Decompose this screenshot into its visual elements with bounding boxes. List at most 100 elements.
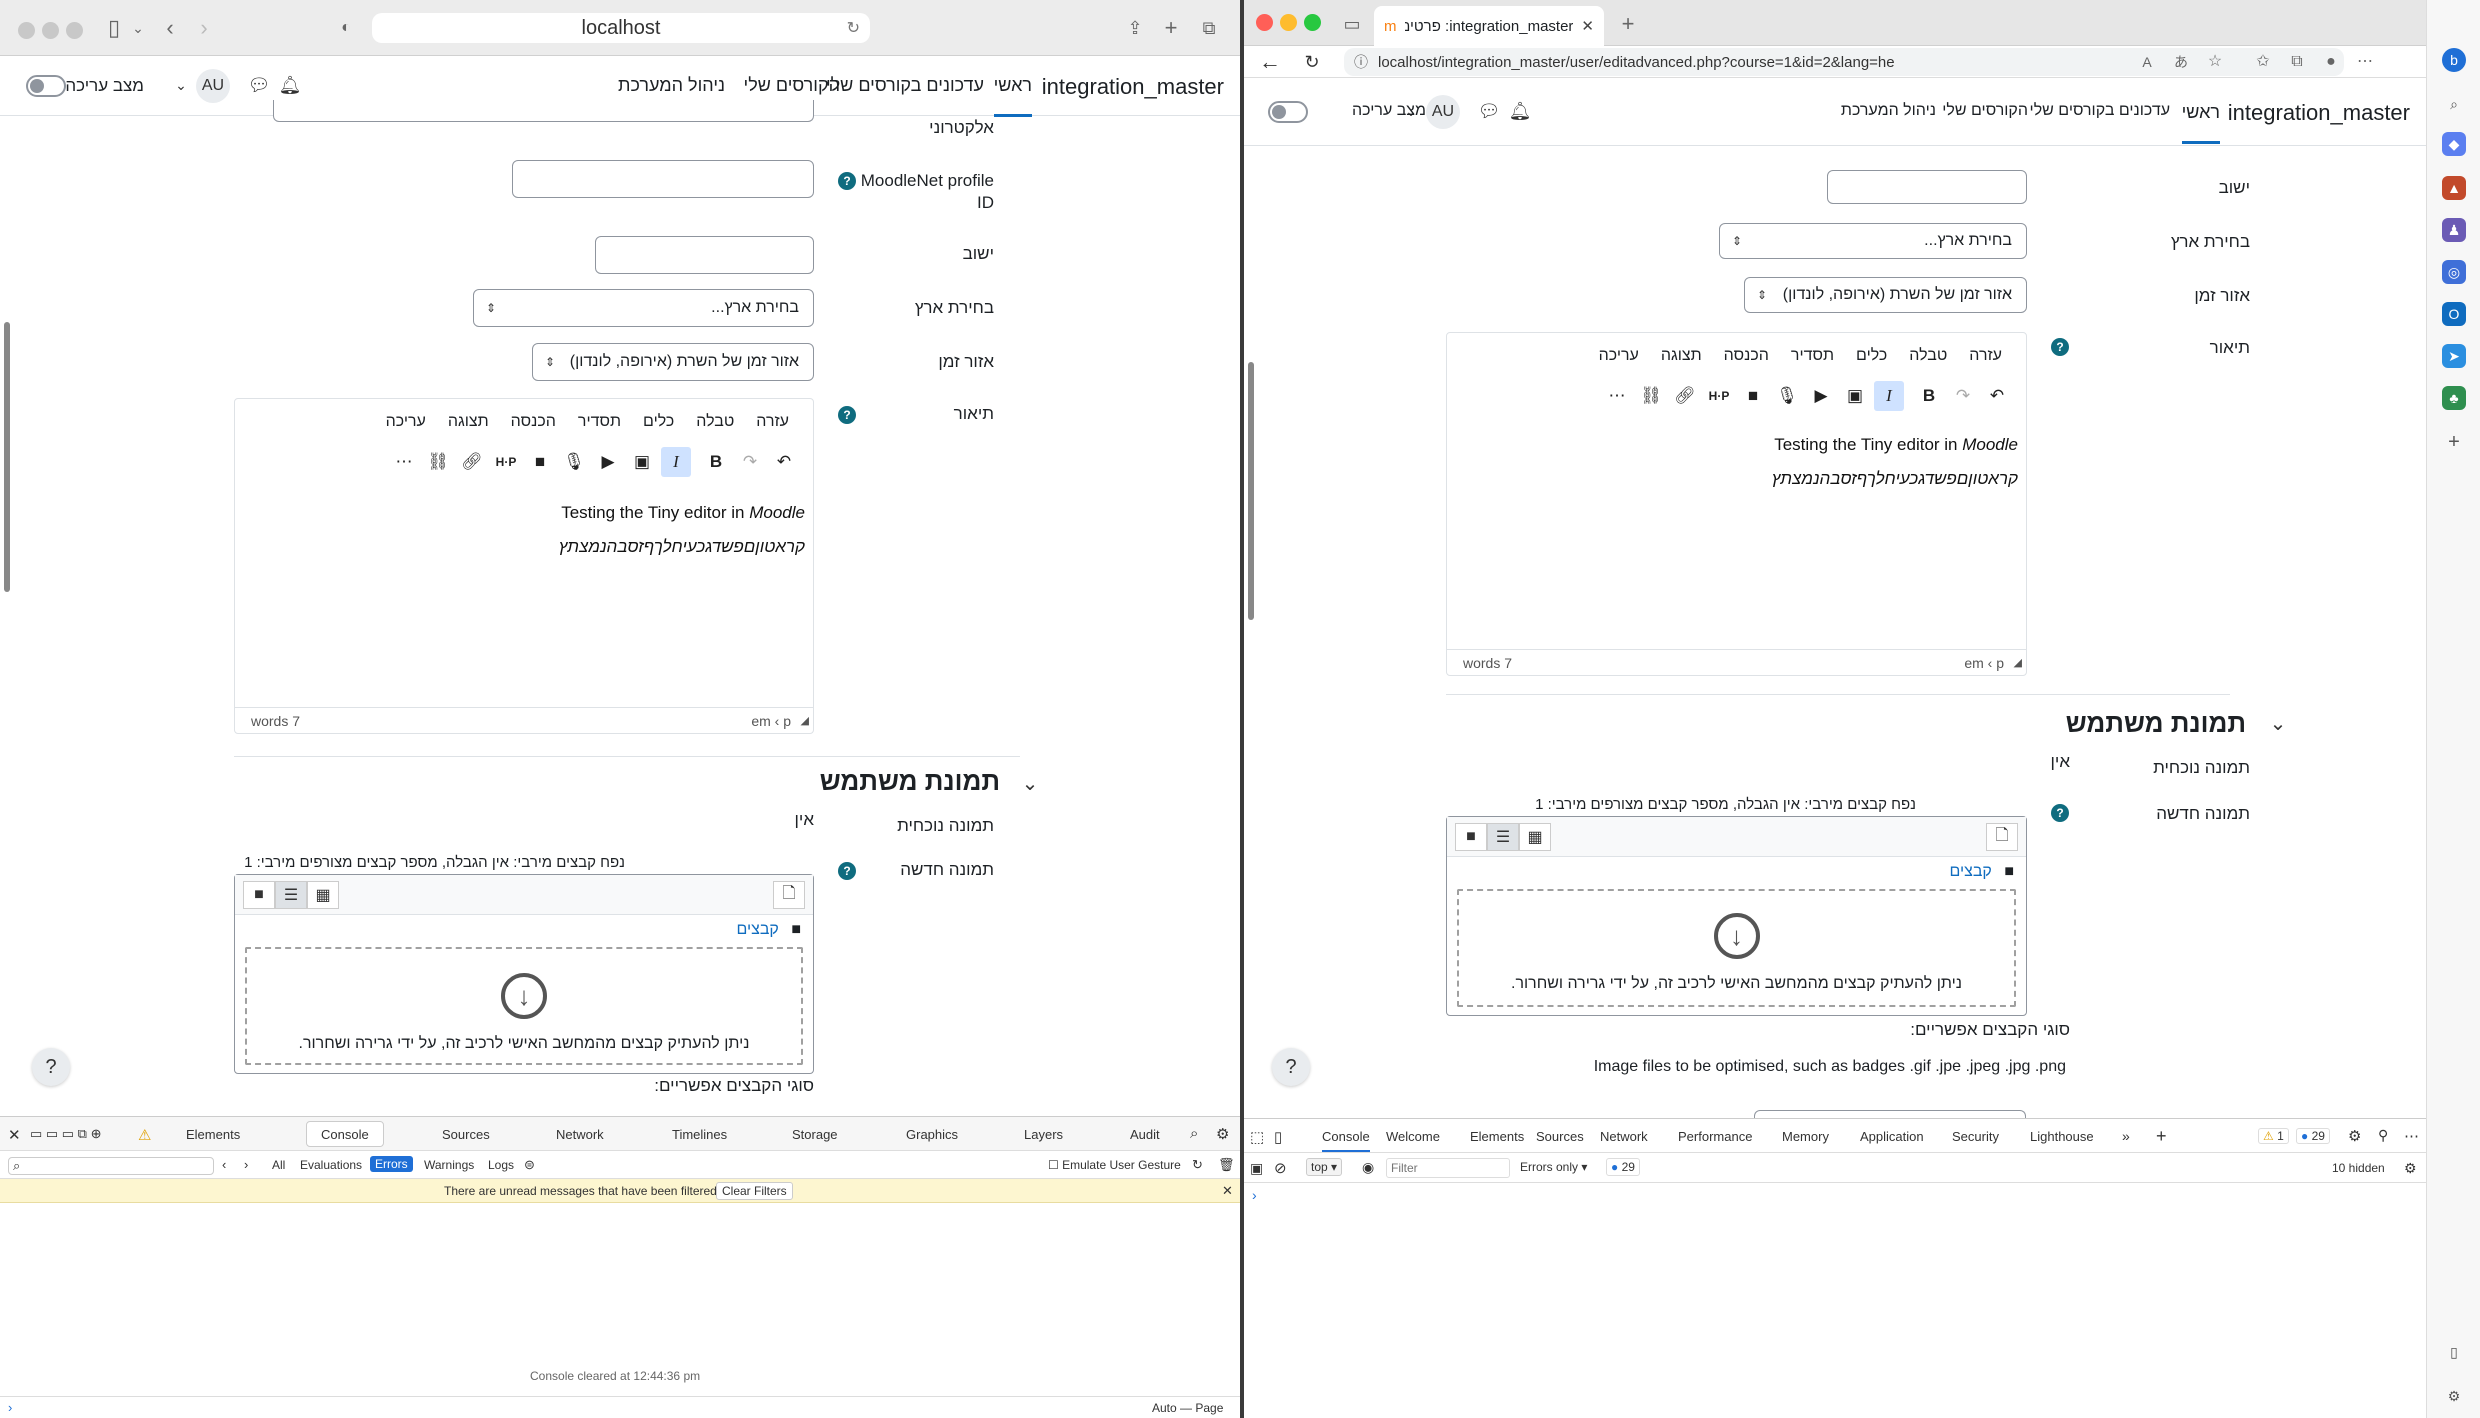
feedback-icon[interactable]: ⚲ [2378, 1127, 2388, 1144]
moodlenet-input[interactable] [512, 160, 814, 198]
minimize-window-dot[interactable] [42, 22, 59, 39]
page-scrollbar[interactable] [1248, 362, 1254, 620]
h5p-icon[interactable]: H·P [491, 447, 521, 477]
back-icon[interactable]: ← [1258, 50, 1282, 74]
sidebar-layout-icon[interactable]: ▯ [2442, 1340, 2466, 1364]
user-avatar[interactable]: AU [196, 69, 230, 103]
tab-performance[interactable]: Performance [1678, 1129, 1752, 1144]
filter-errors[interactable]: Errors [370, 1156, 413, 1172]
add-file-icon[interactable]: 🗋︎ [773, 881, 805, 909]
editor-line-1[interactable]: Testing the Tiny editor in Moodle [243, 503, 805, 523]
settings-gear-icon[interactable]: ⚙ [2348, 1127, 2361, 1145]
sidebar-toggle-icon[interactable]: ▣ [1250, 1160, 1263, 1177]
tab-sources[interactable]: Sources [1536, 1129, 1584, 1144]
page-scrollbar[interactable] [4, 322, 10, 592]
menu-edit[interactable]: עריכה [1599, 347, 1639, 365]
vertical-tabs-icon[interactable]: ▭ [1340, 12, 1364, 36]
link-icon[interactable]: 🔗︎ [1670, 381, 1700, 411]
tab-lighthouse[interactable]: Lighthouse [2030, 1129, 2094, 1144]
tab-sources[interactable]: Sources [442, 1127, 490, 1142]
execution-context[interactable]: Auto — Page [1152, 1401, 1223, 1415]
dropzone[interactable]: ↓ ניתן להעתיק קבצים מהמחשב האישי לרכיב ז… [245, 947, 803, 1065]
more-icon[interactable]: ⋯ [389, 447, 419, 477]
emulate-user-gesture-checkbox[interactable]: ☐ Emulate User Gesture [1048, 1158, 1181, 1172]
filter-options-icon[interactable]: ⊜ [524, 1157, 535, 1173]
undo-icon[interactable]: ↶ [1982, 381, 2012, 411]
filter-warnings[interactable]: Warnings [424, 1158, 474, 1172]
more-tabs-icon[interactable]: » [2122, 1128, 2130, 1144]
tab-layers[interactable]: Layers [1024, 1127, 1063, 1142]
games-icon[interactable]: ♟ [2442, 218, 2466, 242]
h5p-icon[interactable]: H·P [1704, 381, 1734, 411]
city-input[interactable] [1827, 170, 2027, 204]
console-filter-input[interactable] [1386, 1158, 1510, 1178]
nav-home[interactable]: ראשי [2181, 102, 2220, 144]
redo-icon[interactable]: ↷ [735, 447, 765, 477]
image-icon[interactable]: ▣ [627, 447, 657, 477]
dock-icons[interactable]: ▭ ▭ ▭ ⧉ ⊕ [30, 1126, 101, 1142]
nav-course-updates[interactable]: עדכונים בקורסים שלי [826, 75, 984, 96]
info-counter[interactable]: ● 29 [2296, 1128, 2330, 1144]
address-bar[interactable]: ⓘ localhost/integration_master/user/edit… [1344, 48, 2344, 76]
console-prompt-row[interactable]: › Auto — Page [0, 1396, 1240, 1418]
bold-icon[interactable]: B [1914, 381, 1944, 411]
editor-line-1[interactable]: Testing the Tiny editor in Moodle [1455, 435, 2018, 455]
menu-view[interactable]: תצוגה [448, 413, 489, 431]
close-window-dot[interactable] [18, 22, 35, 39]
email-input[interactable] [273, 100, 814, 122]
close-window-dot[interactable] [1256, 14, 1273, 31]
tab-network[interactable]: Network [556, 1127, 604, 1142]
collections-icon[interactable]: ⧉ [2286, 51, 2308, 73]
nav-my-courses[interactable]: הקורסים שלי [1942, 102, 2028, 120]
menu-view[interactable]: תצוגה [1661, 347, 1702, 365]
copilot-icon[interactable]: b [2442, 48, 2466, 72]
tab-memory[interactable]: Memory [1782, 1129, 1829, 1144]
site-brand[interactable]: integration_master [1042, 74, 1224, 100]
favorite-add-icon[interactable]: ☆ [2204, 51, 2226, 73]
customize-menu-icon[interactable]: ⋯ [2404, 1127, 2419, 1145]
menu-help[interactable]: עזרה [756, 413, 789, 431]
clear-console-icon[interactable]: ⊘ [1274, 1159, 1287, 1177]
nav-my-courses[interactable]: הקורסים שלי [744, 75, 840, 96]
forward-icon[interactable]: › [194, 16, 214, 40]
tab-graphics[interactable]: Graphics [906, 1127, 958, 1142]
unlink-icon[interactable]: ⛓︎ [423, 447, 453, 477]
description-help-icon[interactable]: ? [2051, 338, 2069, 356]
element-path[interactable]: em ‹ p [751, 713, 791, 729]
trash-icon[interactable]: 🗑︎ [1218, 1157, 1235, 1173]
tab-application[interactable]: Application [1860, 1129, 1924, 1144]
folder-view-icon[interactable]: ■ [243, 881, 275, 909]
country-select[interactable]: בחירת ארץ... ⇕ [1719, 223, 2027, 259]
filter-all[interactable]: All [272, 1158, 285, 1172]
menu-insert[interactable]: הכנסה [511, 413, 556, 431]
microsoft-365-icon[interactable]: ◎ [2442, 260, 2466, 284]
translate-icon[interactable]: あ [2170, 51, 2192, 73]
menu-tools[interactable]: כלים [1856, 347, 1887, 365]
warning-icon[interactable]: ⚠ [138, 1126, 151, 1144]
reload-icon[interactable]: ↻ [1300, 50, 1324, 74]
filter-logs[interactable]: Logs [488, 1158, 514, 1172]
menu-edit[interactable]: עריכה [386, 413, 426, 431]
tab-network[interactable]: Network [1600, 1129, 1648, 1144]
nav-site-admin[interactable]: ניהול המערכת [618, 75, 725, 96]
prompt-chevron-icon[interactable]: › [1252, 1187, 1257, 1203]
more-menu-icon[interactable]: ⋯ [2354, 51, 2376, 73]
tab-console[interactable]: Console [306, 1121, 384, 1147]
minimize-window-dot[interactable] [1280, 14, 1297, 31]
zoom-window-dot[interactable] [1304, 14, 1321, 31]
sidebar-settings-icon[interactable]: ⚙ [2442, 1384, 2466, 1408]
console-filter-input[interactable]: ⌕ [8, 1157, 214, 1175]
new-tab-icon[interactable]: + [1160, 16, 1182, 40]
chevron-down-icon[interactable]: ⌄ [130, 16, 146, 40]
tab-overview-icon[interactable]: ⧉ [1198, 16, 1220, 40]
user-menu-chevron-icon[interactable]: ⌄ [174, 76, 188, 94]
favorites-icon[interactable]: ✩ [2252, 51, 2274, 73]
new-tab-icon[interactable]: + [1616, 12, 1640, 36]
menu-insert[interactable]: הכנסה [1724, 347, 1769, 365]
video-camera-icon[interactable]: ■ [1738, 381, 1768, 411]
inspector-close-icon[interactable]: ✕ [8, 1126, 21, 1144]
sidebar-icon[interactable]: ▯ [100, 16, 128, 40]
edit-mode-toggle[interactable] [26, 75, 66, 97]
list-view-icon[interactable]: ☰ [275, 881, 307, 909]
banner-close-icon[interactable]: ✕ [1222, 1183, 1233, 1199]
